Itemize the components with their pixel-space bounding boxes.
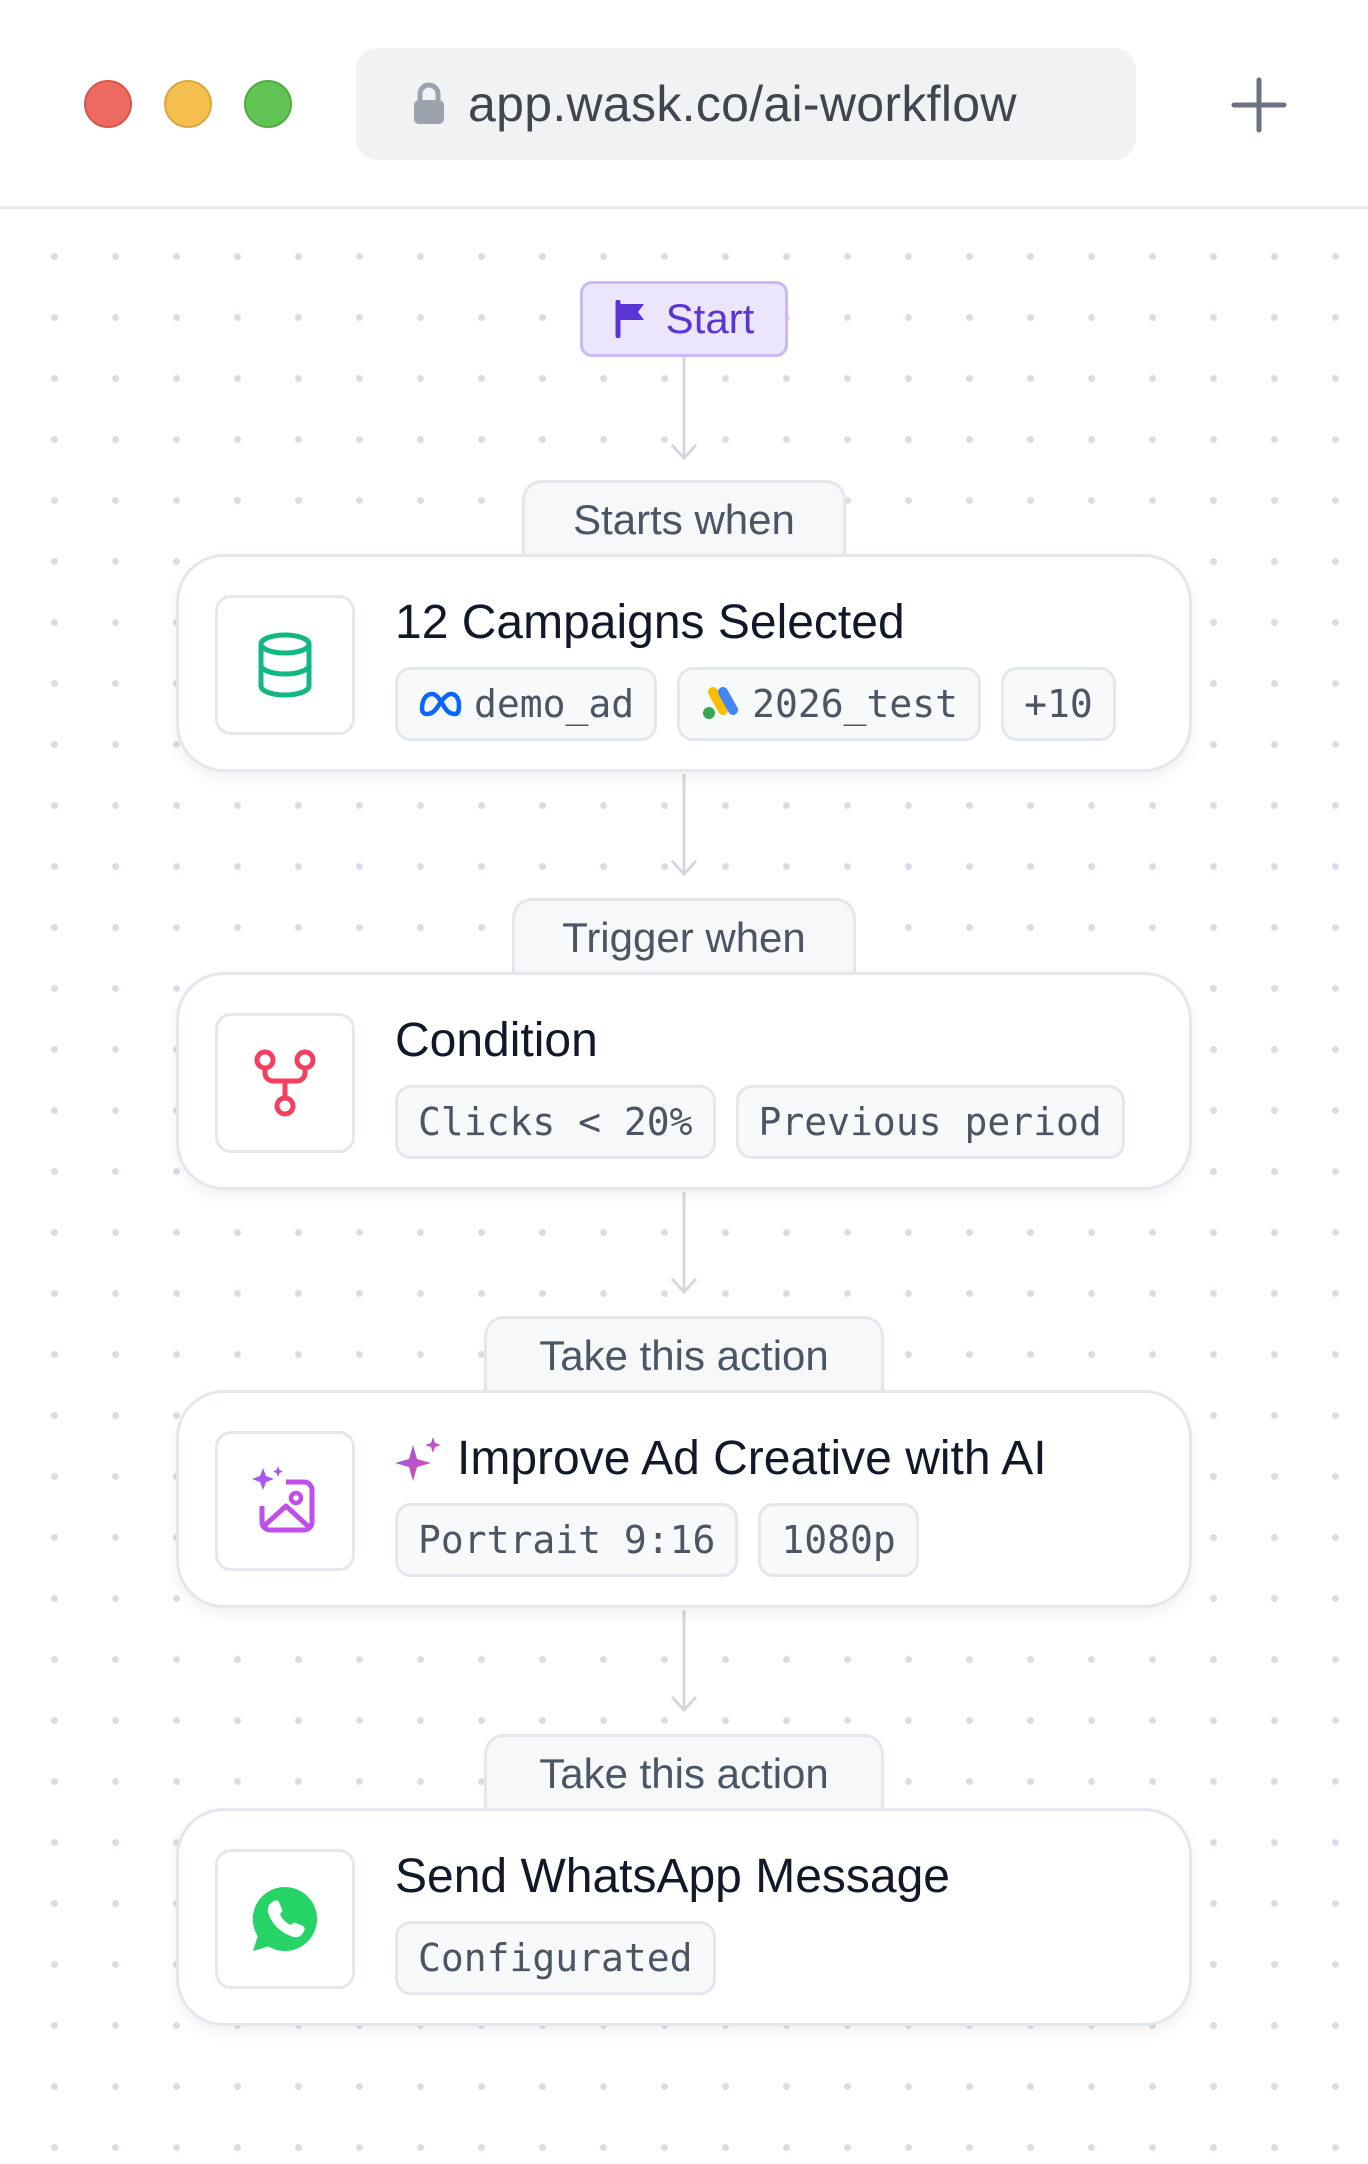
url-text: app.wask.co/ai-workflow <box>468 76 1017 132</box>
resolution-tag[interactable]: 1080p <box>758 1503 919 1577</box>
step-title-row: Improve Ad Creative with AI <box>395 1431 1047 1486</box>
flag-icon <box>615 300 644 338</box>
whatsapp-icon <box>252 1886 318 1951</box>
database-icon <box>258 632 312 698</box>
condition-tag[interactable]: Clicks < 20% <box>395 1085 716 1159</box>
google-ads-logo-icon <box>703 687 739 719</box>
step-tags: Clicks < 20% Previous period <box>395 1085 1125 1159</box>
connector-arrow <box>670 357 698 461</box>
campaign-tag[interactable]: 2026_test <box>677 667 982 741</box>
more-campaigns-tag[interactable]: +10 <box>1001 667 1116 741</box>
start-label: Start <box>665 295 755 342</box>
plus-icon[interactable] <box>1230 76 1288 134</box>
connector-arrow <box>670 1192 698 1295</box>
minimize-window-button[interactable] <box>164 80 212 128</box>
step-icon-box <box>215 1849 355 1989</box>
step-card-campaigns[interactable]: 12 Campaigns Selected demo_ad 2026_test … <box>176 554 1192 772</box>
step-card-improve-creative[interactable]: Improve Ad Creative with AI Portrait 9:1… <box>176 1390 1192 1608</box>
condition-tag-label: Clicks < 20% <box>418 1100 693 1144</box>
campaign-tag-label: 2026_test <box>752 682 959 726</box>
step-icon-box <box>215 1431 355 1571</box>
step-title: Condition <box>395 1014 598 1067</box>
format-tag-label: Portrait 9:16 <box>418 1518 716 1562</box>
comparison-tag-label: Previous period <box>758 1100 1102 1144</box>
step-title: Improve Ad Creative with AI <box>457 1432 1047 1485</box>
more-campaigns-count: +10 <box>1024 682 1093 726</box>
step-tags: demo_ad 2026_test +10 <box>395 667 1116 741</box>
meta-logo-icon <box>419 691 462 717</box>
maximize-window-button[interactable] <box>244 80 292 128</box>
ai-image-icon <box>252 1466 315 1533</box>
resolution-tag-label: 1080p <box>781 1518 896 1562</box>
format-tag[interactable]: Portrait 9:16 <box>395 1503 739 1577</box>
step-title: 12 Campaigns Selected <box>395 596 905 649</box>
step-tab-starts-when: Starts when <box>522 480 846 556</box>
status-tag[interactable]: Configurated <box>395 1921 716 1995</box>
connector-arrow <box>670 774 698 877</box>
step-tags: Configurated <box>395 1921 716 1995</box>
campaign-tag[interactable]: demo_ad <box>395 667 658 741</box>
branch-icon <box>254 1049 316 1117</box>
browser-titlebar: app.wask.co/ai-workflow <box>0 0 1368 209</box>
step-tab-trigger-when: Trigger when <box>512 898 856 974</box>
connector-arrow <box>670 1610 698 1713</box>
start-node[interactable]: Start <box>580 281 788 357</box>
close-window-button[interactable] <box>84 80 132 128</box>
comparison-tag[interactable]: Previous period <box>735 1085 1125 1159</box>
step-card-whatsapp[interactable]: Send WhatsApp Message Configurated <box>176 1808 1192 2026</box>
campaign-tag-label: demo_ad <box>474 682 635 726</box>
step-tab-take-action: Take this action <box>484 1734 884 1810</box>
step-card-condition[interactable]: Condition Clicks < 20% Previous period <box>176 972 1192 1190</box>
status-tag-label: Configurated <box>418 1936 693 1980</box>
lock-icon <box>414 82 444 124</box>
step-tags: Portrait 9:16 1080p <box>395 1503 919 1577</box>
address-bar[interactable]: app.wask.co/ai-workflow <box>356 48 1136 160</box>
sparkles-icon <box>395 1436 441 1481</box>
step-tab-take-action: Take this action <box>484 1316 884 1392</box>
step-title: Send WhatsApp Message <box>395 1850 950 1903</box>
step-icon-box <box>215 1013 355 1153</box>
step-icon-box <box>215 595 355 735</box>
